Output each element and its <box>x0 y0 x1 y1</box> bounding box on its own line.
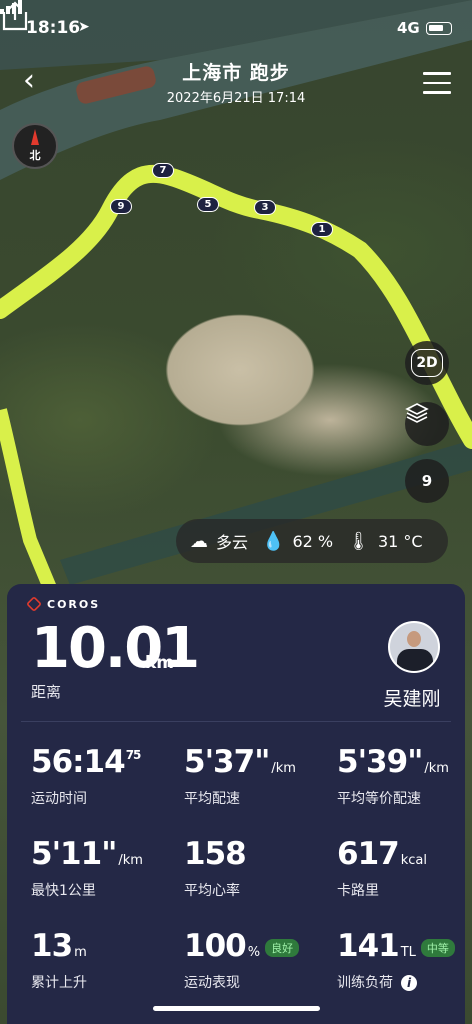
stat-label: 卡路里 <box>337 883 379 899</box>
stat-sup: 75 <box>125 748 142 762</box>
stat-unit: /km <box>271 761 296 776</box>
menu-icon[interactable] <box>423 72 451 94</box>
stat-label: 运动时间 <box>31 791 87 807</box>
stat-training-load: 141 TL 中等 训练负荷 i <box>337 928 472 992</box>
divider <box>21 721 451 722</box>
stat-label: 累计上升 <box>31 975 87 991</box>
stat-value: 141 <box>337 928 400 964</box>
stat-unit: /km <box>118 853 143 868</box>
stat-unit: % <box>247 945 261 960</box>
stat-unit: kcal <box>400 853 427 868</box>
stat-value: 5'11" <box>31 836 117 872</box>
brand-logo: COROS <box>26 596 101 612</box>
km-marker: 1 <box>311 222 333 237</box>
stat-value: 5'37" <box>184 744 270 780</box>
stat-avg-heart-rate: 158 平均心率 <box>184 836 329 900</box>
layers-button[interactable] <box>405 402 449 446</box>
status-time: 18:16 <box>26 18 81 38</box>
thermometer-icon: 🌡 <box>347 530 370 552</box>
page-subtitle: 2022年6月21日 17:14 <box>166 91 306 106</box>
stat-value: 100 <box>184 928 247 964</box>
page-title: 上海市 跑步 <box>182 62 290 84</box>
stat-duration: 56:14 75 运动时间 <box>31 744 176 808</box>
battery-icon <box>426 22 452 35</box>
stat-label: 平均等价配速 <box>337 791 421 807</box>
stat-value: 13 <box>31 928 73 964</box>
weather-humidity: 62 % <box>292 531 334 551</box>
user-name: 吴建刚 <box>383 688 441 710</box>
weather-temperature: 31 °C <box>377 531 423 551</box>
km-marker: 5 <box>197 197 219 212</box>
km-marker: 9 <box>110 199 132 214</box>
status-bar: 18:16 ➤ 4G <box>0 0 472 50</box>
stat-label: 运动表现 <box>184 975 240 991</box>
weather-bar: ☁ 多云 💧 62 % 🌡 31 °C <box>176 519 448 563</box>
stat-value: 56:14 <box>31 744 126 780</box>
stat-fastest-km: 5'11"/km 最快1公里 <box>31 836 176 900</box>
coros-logo-icon <box>26 596 42 612</box>
view-mode-label: 2D <box>411 349 443 377</box>
km-marker: 7 <box>152 163 174 178</box>
distance-label: 距离 <box>31 683 62 701</box>
zoom-level: 9 <box>421 472 433 490</box>
cloud-icon: ☁ <box>190 530 208 552</box>
stat-value: 617 <box>337 836 400 872</box>
stat-calories: 617 kcal 卡路里 <box>337 836 472 900</box>
compass-button[interactable]: 北 <box>12 123 58 169</box>
stat-label: 训练负荷 <box>337 975 393 991</box>
network-label: 4G <box>397 19 420 37</box>
layers-icon <box>405 403 429 423</box>
stat-avg-pace: 5'37"/km 平均配速 <box>184 744 329 808</box>
info-icon[interactable]: i <box>401 975 417 991</box>
compass-label: 北 <box>29 149 41 162</box>
stat-unit: /km <box>424 761 449 776</box>
stat-unit: TL <box>400 945 416 960</box>
stat-performance: 100% 良好 运动表现 <box>184 928 329 992</box>
share-icon[interactable] <box>0 0 30 32</box>
stat-value: 5'39" <box>337 744 423 780</box>
performance-badge: 良好 <box>265 939 300 957</box>
stat-value: 158 <box>184 836 247 872</box>
weather-condition: 多云 <box>216 533 249 552</box>
home-indicator[interactable] <box>153 1006 320 1011</box>
stat-label: 平均配速 <box>184 791 240 807</box>
stat-elevation-gain: 13 m 累计上升 <box>31 928 176 992</box>
stat-label: 平均心率 <box>184 883 240 899</box>
stat-label: 最快1公里 <box>31 883 96 899</box>
brand-name: COROS <box>47 597 101 611</box>
route-path <box>0 164 472 449</box>
humidity-drop-icon: 💧 <box>262 530 285 552</box>
view-mode-button[interactable]: 2D <box>405 341 449 385</box>
distance-unit: km <box>145 653 175 673</box>
zoom-dial-button[interactable]: 9 <box>405 459 449 503</box>
activity-summary-card: COROS 10.01 km 距离 吴建刚 56:14 75 运动时间 5'37"… <box>7 584 465 1024</box>
location-arrow-icon: ➤ <box>78 19 90 35</box>
stat-unit: m <box>74 945 87 960</box>
km-marker: 3 <box>254 200 276 215</box>
stat-avg-equivalent-pace: 5'39"/km 平均等价配速 <box>337 744 472 808</box>
training-load-badge: 中等 <box>420 939 455 957</box>
avatar[interactable] <box>388 621 440 673</box>
